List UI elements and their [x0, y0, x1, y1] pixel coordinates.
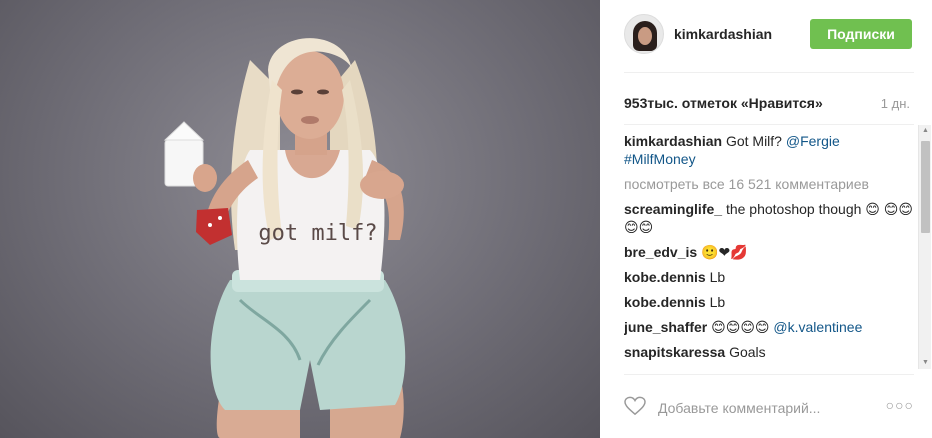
view-all-comments-link[interactable]: посмотреть все 16 521 комментариев — [624, 175, 914, 193]
comment-text: Goals — [729, 344, 766, 360]
footer-divider — [624, 374, 914, 375]
heart-icon[interactable] — [624, 396, 646, 416]
caption-text: Got Milf? — [725, 133, 782, 149]
username[interactable]: kimkardashian — [674, 26, 772, 42]
comment-user[interactable]: kobe.dennis — [624, 269, 706, 285]
caption: kimkardashian Got Milf? @Fergie #MilfMon… — [624, 132, 914, 168]
avatar[interactable] — [624, 14, 664, 54]
comment-item: bre_edv_is 🙂❤💋 — [624, 243, 914, 261]
comment-mention[interactable]: @k.valentinee — [773, 319, 862, 335]
comment-item: snapitskaressa Goals — [624, 343, 914, 361]
scroll-up-arrow-icon[interactable]: ▲ — [921, 127, 930, 135]
comment-user[interactable]: screaminglife_ — [624, 201, 722, 217]
comment-item: screaminglife_ the photoshop though 😊 😊😊… — [624, 200, 914, 236]
caption-user[interactable]: kimkardashian — [624, 133, 722, 149]
post-photo[interactable]: got milf? — [0, 0, 600, 438]
comment-item: kobe.dennis Lb — [624, 293, 914, 311]
comment-text: Lb — [709, 269, 726, 285]
comment-text: Lb — [709, 294, 726, 310]
likes-count[interactable]: 953тыс. отметок «Нравится» — [624, 95, 823, 111]
header-divider — [624, 72, 914, 73]
post-age[interactable]: 1 дн. — [881, 96, 910, 111]
caption-mention[interactable]: @Fergie — [786, 133, 840, 149]
stats-divider — [624, 124, 914, 125]
comment-footer: ○○○ — [624, 394, 914, 422]
comment-user[interactable]: snapitskaressa — [624, 344, 725, 360]
following-button[interactable]: Подписки — [810, 19, 912, 49]
comment-user[interactable]: bre_edv_is — [624, 244, 697, 260]
photo-illustration: got milf? — [163, 38, 406, 438]
more-options-icon[interactable]: ○○○ — [886, 397, 914, 413]
comment-user[interactable]: june_shaffer — [624, 319, 707, 335]
scrollbar-thumb[interactable] — [921, 141, 930, 233]
comment-item: june_shaffer 😊😊😊😊 @k.valentinee — [624, 318, 914, 336]
comment-item: kobe.dennis Lb — [624, 268, 914, 286]
caption-hashtag[interactable]: #MilfMoney — [624, 151, 696, 167]
add-comment-input[interactable] — [658, 398, 878, 418]
shirt-text: got milf? — [258, 221, 377, 246]
post-header: kimkardashian Подписки — [624, 14, 918, 58]
comment-user[interactable]: kobe.dennis — [624, 294, 706, 310]
comment-text: 🙂❤💋 — [701, 244, 748, 260]
comments-scrollbar[interactable]: ▲ ▼ — [918, 125, 931, 369]
post-view: got milf? kimkardashian Подписки 953тыс.… — [0, 0, 932, 438]
comments-list: kimkardashian Got Milf? @Fergie #MilfMon… — [624, 132, 914, 368]
comment-text: 😊😊😊😊 — [711, 319, 770, 335]
scroll-down-arrow-icon[interactable]: ▼ — [921, 359, 930, 367]
